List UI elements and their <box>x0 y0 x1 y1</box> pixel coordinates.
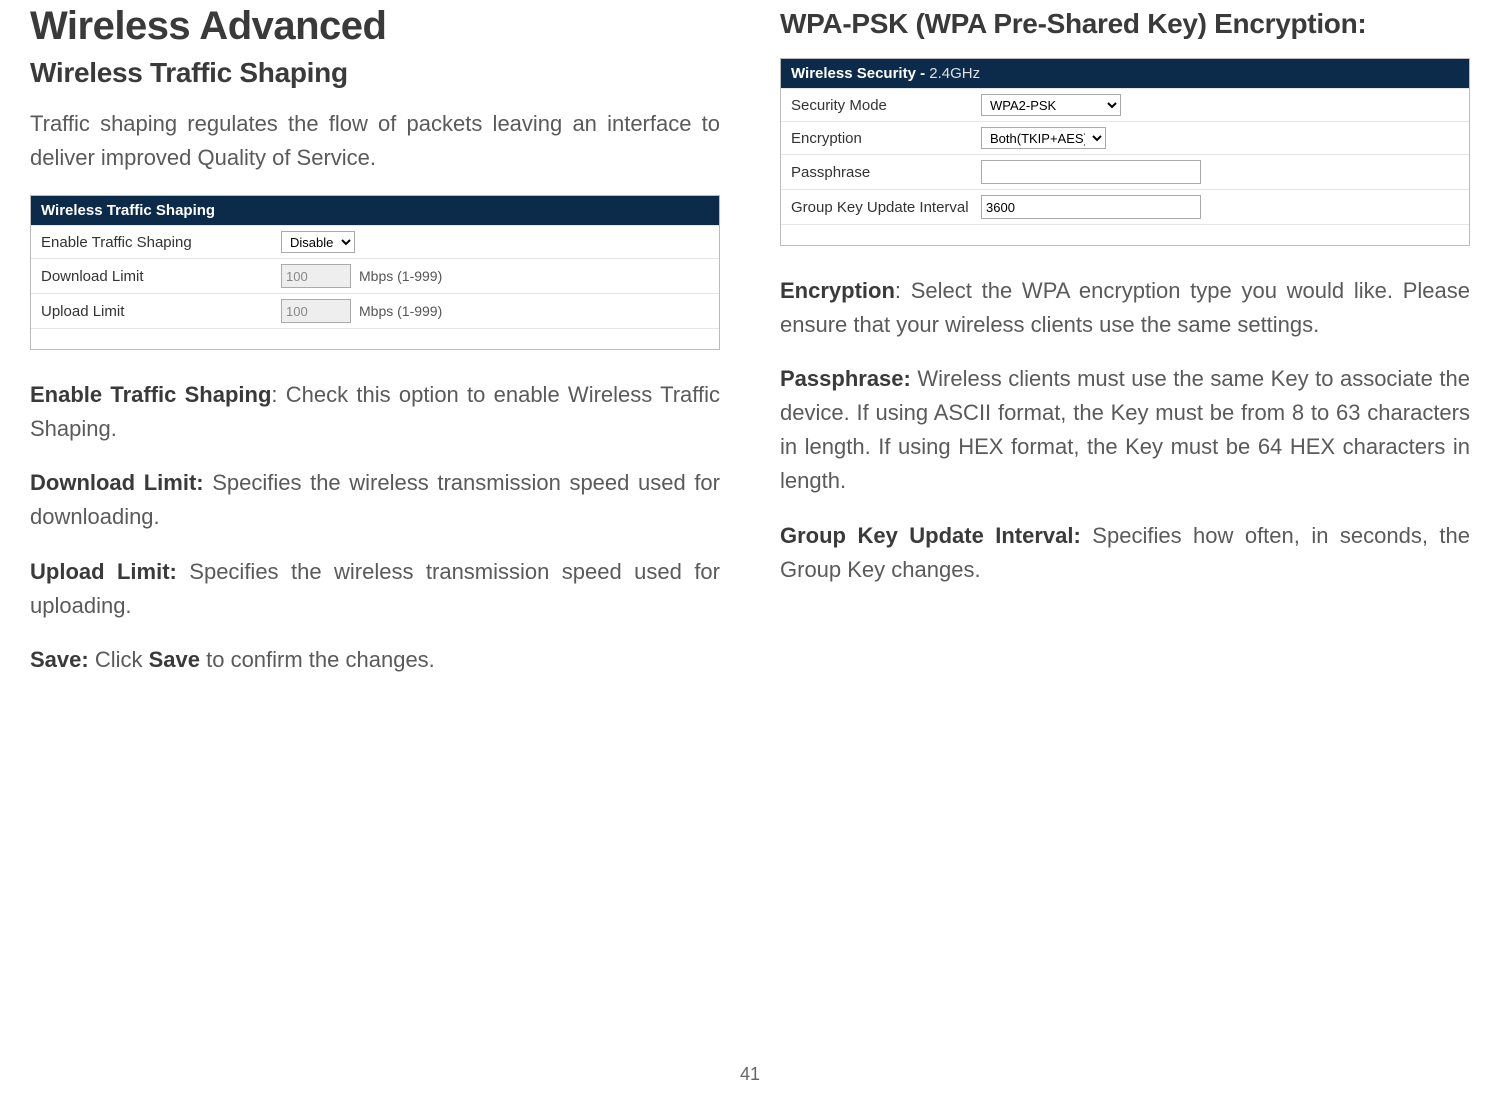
label-group-key-update: Group Key Update Interval <box>791 199 981 216</box>
row-upload-limit: Upload Limit Mbps (1-999) <box>31 293 719 328</box>
def-save-bold2: Save <box>149 647 200 672</box>
row-group-key-update: Group Key Update Interval <box>781 189 1469 224</box>
def-save-text1: Click <box>89 647 149 672</box>
table-header: Wireless Traffic Shaping <box>31 196 719 225</box>
select-enable-traffic-shaping[interactable]: Disable <box>281 231 355 253</box>
hdr-part-b: 2.4GHz <box>929 65 980 82</box>
def-enable: Enable Traffic Shaping: Check this optio… <box>30 378 720 446</box>
label-encryption: Encryption <box>791 130 981 147</box>
wireless-security-table: Wireless Security - 2.4GHz Security Mode… <box>780 58 1470 246</box>
def-enable-bold: Enable Traffic Shaping <box>30 382 271 407</box>
row-passphrase: Passphrase <box>781 154 1469 189</box>
select-security-mode[interactable]: WPA2-PSK <box>981 94 1121 116</box>
def-upload-limit: Upload Limit: Specifies the wireless tra… <box>30 555 720 623</box>
traffic-shaping-table: Wireless Traffic Shaping Enable Traffic … <box>30 195 720 350</box>
heading-wireless-advanced: Wireless Advanced <box>30 4 720 49</box>
heading-traffic-shaping: Wireless Traffic Shaping <box>30 57 720 89</box>
hint-upload-limit: Mbps (1-999) <box>359 303 442 319</box>
def-save: Save: Click Save to confirm the changes. <box>30 643 720 677</box>
hdr-part-a: Wireless Security - <box>791 65 929 82</box>
label-enable-traffic-shaping: Enable Traffic Shaping <box>41 234 281 251</box>
label-passphrase: Passphrase <box>791 164 981 181</box>
def-passphrase-bold: Passphrase: <box>780 366 911 391</box>
input-passphrase[interactable] <box>981 160 1201 184</box>
input-group-key-update[interactable] <box>981 195 1201 219</box>
def-group-key-bold: Group Key Update Interval: <box>780 523 1081 548</box>
row-encryption: Encryption Both(TKIP+AES) <box>781 121 1469 154</box>
row-download-limit: Download Limit Mbps (1-999) <box>31 258 719 293</box>
heading-wpa-psk: WPA-PSK (WPA Pre-Shared Key) Encryption: <box>780 8 1470 40</box>
def-save-bold: Save: <box>30 647 89 672</box>
row-enable-traffic-shaping: Enable Traffic Shaping Disable <box>31 225 719 258</box>
select-encryption[interactable]: Both(TKIP+AES) <box>981 127 1106 149</box>
hint-download-limit: Mbps (1-999) <box>359 268 442 284</box>
def-download-limit: Download Limit: Specifies the wireless t… <box>30 466 720 534</box>
def-encryption: Encryption: Select the WPA encryption ty… <box>780 274 1470 342</box>
label-upload-limit: Upload Limit <box>41 303 281 320</box>
label-security-mode: Security Mode <box>791 97 981 114</box>
label-download-limit: Download Limit <box>41 268 281 285</box>
spacer-row <box>781 224 1469 245</box>
def-encryption-bold: Encryption <box>780 278 895 303</box>
def-upload-bold: Upload Limit: <box>30 559 177 584</box>
input-download-limit[interactable] <box>281 264 351 288</box>
def-download-bold: Download Limit: <box>30 470 204 495</box>
page-number: 41 <box>0 1064 1500 1085</box>
def-group-key: Group Key Update Interval: Specifies how… <box>780 519 1470 587</box>
def-passphrase: Passphrase: Wireless clients must use th… <box>780 362 1470 498</box>
def-save-text2: to confirm the changes. <box>200 647 435 672</box>
left-column: Wireless Advanced Wireless Traffic Shapi… <box>30 0 720 697</box>
row-security-mode: Security Mode WPA2-PSK <box>781 88 1469 121</box>
right-column: WPA-PSK (WPA Pre-Shared Key) Encryption:… <box>780 0 1470 697</box>
intro-text: Traffic shaping regulates the flow of pa… <box>30 107 720 175</box>
table-header-security: Wireless Security - 2.4GHz <box>781 59 1469 88</box>
spacer-row <box>31 328 719 349</box>
input-upload-limit[interactable] <box>281 299 351 323</box>
